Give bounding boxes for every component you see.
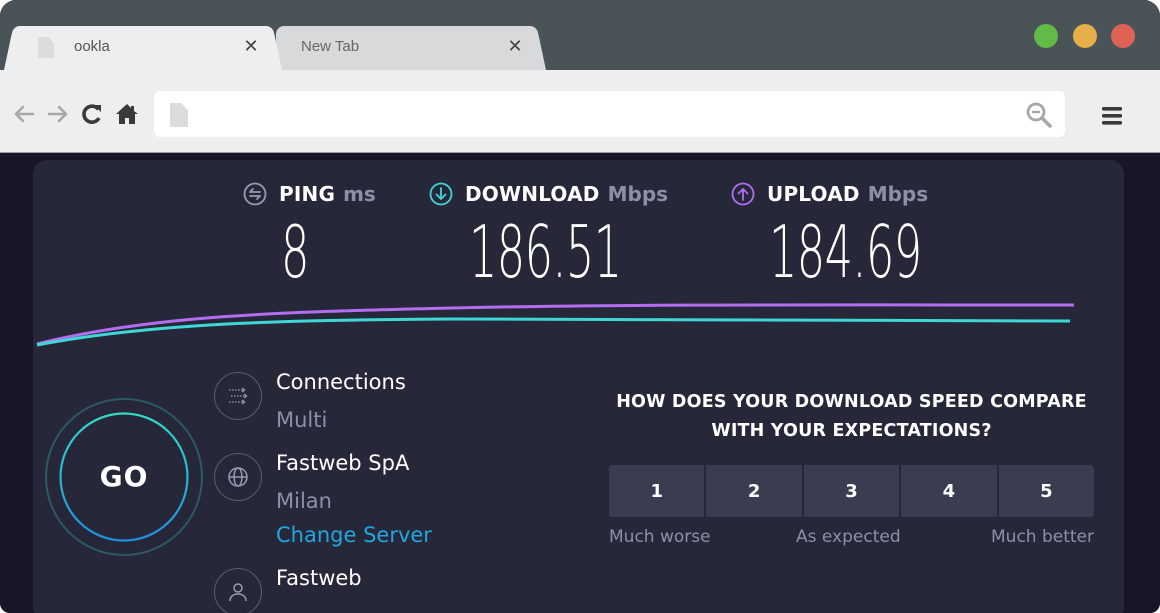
- rating-button-2[interactable]: 2: [706, 465, 802, 517]
- hamburger-menu-icon[interactable]: [1100, 106, 1124, 126]
- server-name: Fastweb SpA: [276, 451, 410, 475]
- close-tab-icon[interactable]: ✕: [506, 37, 524, 57]
- forward-arrow-icon[interactable]: [46, 102, 70, 126]
- upload-label: UPLOAD: [767, 182, 860, 206]
- title-bar: ookla ✕ New Tab ✕: [0, 0, 1160, 70]
- go-button-wrap: GO: [45, 398, 203, 556]
- speed-graph: [36, 303, 1075, 347]
- download-value: 186.51: [469, 210, 622, 294]
- survey-question-line2: WITH YOUR EXPECTATIONS?: [711, 421, 992, 441]
- go-button[interactable]: GO: [59, 412, 189, 542]
- rating-label-low: Much worse: [609, 527, 711, 547]
- globe-icon: [214, 453, 262, 501]
- survey-question-line1: HOW DOES YOUR DOWNLOAD SPEED COMPARE: [616, 392, 1087, 412]
- upload-value: 184.69: [769, 210, 922, 294]
- rating-label-mid: As expected: [796, 527, 901, 547]
- browser-toolbar: [0, 70, 1160, 153]
- back-arrow-icon[interactable]: [12, 102, 36, 126]
- upload-icon: [731, 182, 755, 206]
- url-input[interactable]: [200, 91, 1020, 137]
- ping-value: 8: [281, 210, 309, 294]
- minimize-button[interactable]: [1073, 24, 1097, 48]
- go-label: GO: [99, 460, 149, 493]
- server-location: Milan: [276, 489, 332, 513]
- tab-title: New Tab: [301, 38, 360, 55]
- upload-graph-line: [36, 303, 1075, 346]
- rating-label-high: Much better: [991, 527, 1094, 547]
- zoom-out-icon[interactable]: [1025, 101, 1053, 129]
- rating-scale: 1 2 3 4 5: [609, 465, 1094, 517]
- close-tab-icon[interactable]: ✕: [242, 37, 260, 57]
- upload-unit: Mbps: [867, 182, 929, 206]
- home-icon[interactable]: [115, 102, 139, 126]
- rating-button-3[interactable]: 3: [803, 465, 900, 517]
- maximize-button[interactable]: [1034, 24, 1058, 48]
- download-unit: Mbps: [607, 182, 669, 206]
- rating-button-4[interactable]: 4: [901, 465, 997, 517]
- page-content: PING ms 8 DOWNLOAD Mbps 186.51 UPLOAD Mb…: [0, 154, 1160, 613]
- address-bar[interactable]: [154, 91, 1065, 137]
- tab-new-tab[interactable]: New Tab ✕: [276, 26, 538, 70]
- document-icon: [38, 37, 54, 58]
- ping-icon: [243, 182, 267, 206]
- expectation-survey: HOW DOES YOUR DOWNLOAD SPEED COMPARE WIT…: [609, 388, 1094, 551]
- connections-title: Connections: [276, 370, 406, 394]
- tab-title: ookla: [74, 38, 110, 55]
- connections-icon[interactable]: [214, 372, 262, 420]
- document-icon: [170, 103, 188, 127]
- ping-unit: ms: [343, 182, 376, 206]
- isp-name: Fastweb: [276, 566, 362, 590]
- ping-label: PING: [279, 182, 336, 206]
- user-icon: [214, 568, 262, 613]
- reload-icon[interactable]: [80, 102, 104, 126]
- upload-metric: UPLOAD Mbps 184.69: [731, 180, 1015, 288]
- download-graph-line: [36, 317, 1071, 347]
- download-icon: [429, 182, 453, 206]
- download-metric: DOWNLOAD Mbps 186.51: [429, 180, 715, 288]
- browser-window: ookla ✕ New Tab ✕ PING ms 8 DOWNLOAD Mbp…: [0, 0, 1160, 613]
- close-window-button[interactable]: [1111, 24, 1135, 48]
- rating-labels: Much worse As expected Much better: [609, 527, 1094, 551]
- download-label: DOWNLOAD: [465, 182, 600, 206]
- change-server-link[interactable]: Change Server: [276, 523, 432, 547]
- rating-button-5[interactable]: 5: [998, 465, 1094, 517]
- speedtest-panel: PING ms 8 DOWNLOAD Mbps 186.51 UPLOAD Mb…: [33, 160, 1124, 613]
- ping-metric: PING ms 8: [243, 180, 376, 288]
- connections-value: Multi: [276, 408, 328, 432]
- tab-ookla[interactable]: ookla ✕: [12, 26, 274, 70]
- rating-button-1[interactable]: 1: [609, 465, 705, 517]
